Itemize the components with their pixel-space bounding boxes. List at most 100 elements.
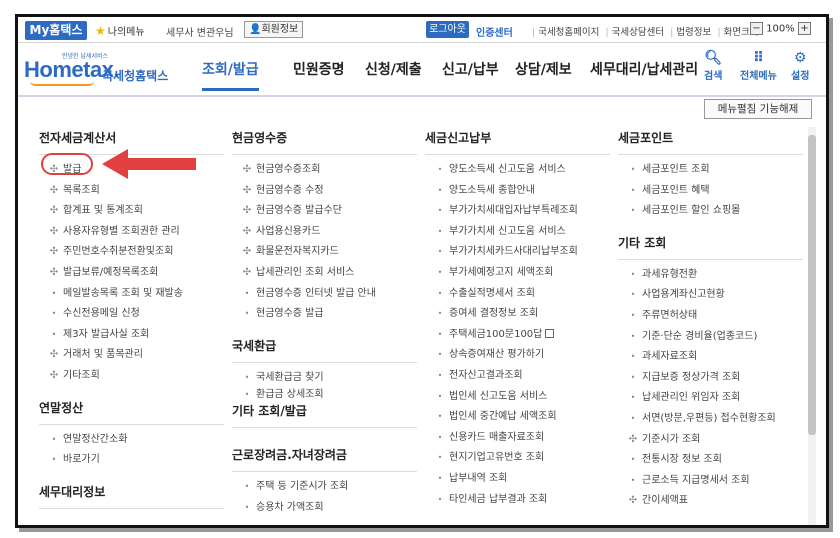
menu-item[interactable]: ✣ 기준시가 조회 [618,430,803,451]
my-menu-link[interactable]: ★ 나의메뉴 [95,23,145,38]
all-menu-button[interactable]: ⠿ 전체메뉴 [740,51,777,82]
menu-item[interactable]: • 주택 등 기준시가 조회 [232,477,417,498]
menu-item[interactable]: • 세금포인트 할인 쇼핑몰 [618,201,803,222]
menu-item[interactable]: • 환급금 상세조회 [232,388,417,402]
menu-item[interactable]: ✣ 화물운전자복지카드 [232,242,417,263]
top-link-law[interactable]: 법령정보 [676,27,711,38]
menu-item[interactable]: • 전통시장 정보 조회 [618,450,803,471]
menu-item[interactable]: ✣ 현금영수증조회 [232,160,417,181]
plus-icon: ✣ [242,205,252,217]
hometax-logo[interactable]: 안녕한 납세서비스 Hometax. 국세청홈택스 [24,51,174,87]
menu-column-2: 현금영수증 ✣ 현금영수증조회 ✣ 현금영수증 수정 ✣ 현금영수증 발급수단 ✣ 사업… [232,129,417,519]
top-links: | 국세청홈페이지 | 국세상담센터 | 법령정보 | 화면크기 [532,27,759,38]
menu-item[interactable]: ✣ 주민번호수취분전환및조회 [39,242,224,263]
menu-item[interactable]: • 사업용계좌신고현황 [618,285,803,306]
zoom-level: 100% [766,23,795,35]
menu-item[interactable]: ✣ 기타조회 [39,366,224,387]
cert-center-link[interactable]: 인증센터 [476,24,513,39]
zoom-in-button[interactable]: + [797,22,811,35]
menu-item-label: 수신전용메일 신청 [63,308,140,320]
menu-item[interactable]: ✣ 발급보류/예정목록조회 [39,263,224,284]
menu-item[interactable]: • 과세자료조회 [618,347,803,368]
nav-inquiry-issue[interactable]: 조회/발급 [202,61,259,91]
menu-item[interactable]: • 바로가기 [39,450,224,471]
my-menu-label: 나의메뉴 [107,27,145,38]
menu-item-label: 목록조회 [63,184,100,196]
menu-item[interactable]: • 전자신고결과조회 [425,366,610,387]
section-title: 국세환급 [232,337,417,363]
plus-icon: ✣ [49,184,59,196]
nav-report-pay[interactable]: 신고/납부 [442,61,499,91]
top-link-nts[interactable]: 국세청홈페이지 [538,27,599,38]
member-info-button[interactable]: 👤회원정보 [244,21,304,38]
nav-apply-submit[interactable]: 신청/제출 [365,61,422,91]
menu-item[interactable]: ✣ 현금영수증 발급수단 [232,201,417,222]
menu-item[interactable]: ✣ 납세관리인 조회 서비스 [232,263,417,284]
member-info-label: 회원정보 [261,24,299,35]
menu-item[interactable]: • 신용카드 매출자료조회 [425,428,610,449]
menu-item[interactable]: • 법인세 신고도움 서비스 [425,387,610,408]
menu-item[interactable]: • 부가가치세 신고도움 서비스 [425,222,610,243]
bullet-icon: • [244,390,250,400]
settings-button[interactable]: ⚙ 설정 [791,51,809,82]
menu-item[interactable]: • 현지기업고유번호 조회 [425,448,610,469]
top-link-counsel[interactable]: 국세상담센터 [612,27,664,38]
menu-item[interactable]: • 근로소득 지급명세서 조회 [618,471,803,492]
menu-item[interactable]: • 세금포인트 혜택 [618,181,803,202]
menu-item[interactable]: • 부가가치세카드사대리납부조회 [425,242,610,263]
menu-item[interactable]: ✣ 사용자유형별 조회권한 관리 [39,222,224,243]
menu-item[interactable]: • 양도소득세 신고도움 서비스 [425,160,610,181]
menu-item[interactable]: • 부가가치세대입자납부특례조회 [425,201,610,222]
menu-item[interactable]: • 과세유형전환 [618,265,803,286]
menu-item[interactable]: • 양도소득세 종합안내 [425,181,610,202]
menu-item[interactable]: • 현금영수증 인터넷 발급 안내 [232,284,417,305]
search-button[interactable]: 🔍︎ 검색 [704,51,722,82]
menu-item[interactable]: • 현금영수증 발급 [232,304,417,325]
menu-item[interactable]: • 서면(방문,우편등) 접수현황조회 [618,409,803,430]
menu-item[interactable]: • 증여세 결정정보 조회 [425,304,610,325]
zoom-control: − 100% + [750,22,811,35]
zoom-out-button[interactable]: − [750,22,763,35]
menu-item[interactable]: • 타인세금 납부결과 조회 [425,490,610,511]
nav-civil-certificate[interactable]: 민원증명 [293,61,345,91]
menu-item-label: 세금포인트 할인 쇼핑몰 [642,205,741,217]
menu-item[interactable]: • 납부내역 조회 [425,469,610,490]
nav-consult-report[interactable]: 상담/제보 [515,61,572,91]
menu-item[interactable]: • 세금포인트 조회 [618,160,803,181]
menu-item[interactable]: • 수신전용메일 신청 [39,304,224,325]
menu-item[interactable]: ✣ 목록조회 [39,181,224,202]
menu-item[interactable]: • 메일발송목록 조회 및 재발송 [39,284,224,305]
bullet-icon: • [244,482,250,492]
menu-item[interactable]: • 제3자 발급사실 조회 [39,325,224,346]
menu-item[interactable]: • 상속증여재산 평가하기 [425,345,610,366]
logo-swoosh-icon [30,81,94,86]
menu-item[interactable]: ✣ 거래처 및 품목관리 [39,345,224,366]
menu-item[interactable]: ✣ 사업용신용카드 [232,222,417,243]
nav-tax-agent[interactable]: 세무대리/납세관리 [590,61,698,91]
menu-item[interactable]: • 주택세금100문100답 [425,325,610,346]
logout-button[interactable]: 로그아웃 [426,21,469,38]
menu-item[interactable]: • 승용차 가액조회 [232,498,417,519]
menu-item[interactable]: • 주류면허상태 [618,306,803,327]
vertical-scrollbar[interactable] [808,127,816,525]
menu-item[interactable]: • 기준·단순 경비율(업종코드) [618,327,803,348]
scrollbar-thumb[interactable] [808,135,816,435]
menu-item[interactable]: • 부가세예정고지 세액조회 [425,263,610,284]
menu-item-label: 국세환급금 찾기 [256,371,324,383]
menu-item-label: 기준시가 조회 [642,433,701,445]
menu-item[interactable]: ✣ 간이세액표 [618,491,803,512]
menu-item[interactable]: • 납세관리인 위임자 조회 [618,388,803,409]
menu-expand-toggle-button[interactable]: 메뉴펼침 기능해제 [704,99,812,119]
menu-item[interactable]: • 법인세 중간예납 세액조회 [425,407,610,428]
menu-item[interactable]: • 국세환급금 찾기 [232,368,417,389]
menu-item[interactable]: ✣ 현금영수증 수정 [232,181,417,202]
my-hometax-button[interactable]: My홈택스 [25,21,87,40]
plus-icon: ✣ [628,433,638,445]
bullet-icon: • [51,455,57,465]
menu-item[interactable]: ✣ 합계표 및 통계조회 [39,201,224,222]
menu-item[interactable]: • 수출실적명세서 조회 [425,284,610,305]
menu-item-label: 연말정산간소화 [63,433,128,445]
menu-item-label: 과세자료조회 [642,351,698,363]
menu-item[interactable]: • 연말정산간소화 [39,430,224,451]
menu-item[interactable]: • 지급보증 정상가격 조회 [618,368,803,389]
